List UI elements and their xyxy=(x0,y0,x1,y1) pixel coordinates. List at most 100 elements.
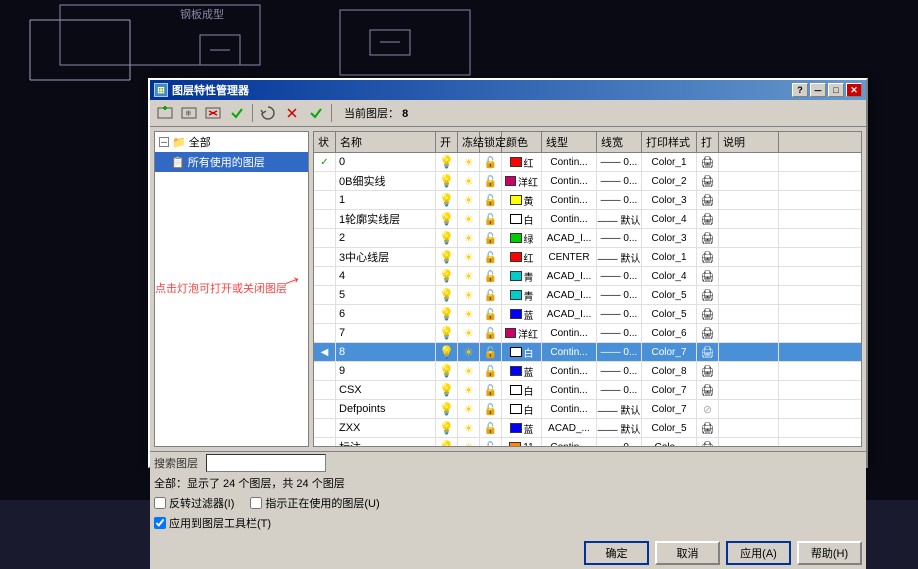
layer-row[interactable]: 1轮廓实线层 💡 ☀ 🔓 白 Contin... —— 默认 Color_4 🖨 xyxy=(314,210,861,229)
layer-row[interactable]: 7 💡 ☀ 🔓 洋红 Contin... —— 0... Color_6 🖨 xyxy=(314,324,861,343)
layer-freeze-0b[interactable]: ☀ xyxy=(458,172,480,190)
layer-linetype-9[interactable]: Contin... xyxy=(542,362,597,380)
layer-lock-6[interactable]: 🔓 xyxy=(480,305,502,323)
layer-name-csx[interactable]: CSX xyxy=(336,381,436,399)
layer-name-1[interactable]: 1 xyxy=(336,191,436,209)
layer-lock-1lk[interactable]: 🔓 xyxy=(480,210,502,228)
layer-on-7[interactable]: 💡 xyxy=(436,324,458,342)
layer-lock-0[interactable]: 🔓 xyxy=(480,153,502,171)
layer-printable-6[interactable]: 🖨 xyxy=(697,305,719,323)
layer-freeze-0[interactable]: ☀ xyxy=(458,153,480,171)
layer-freeze-csx[interactable]: ☀ xyxy=(458,381,480,399)
layer-name-0[interactable]: 0 xyxy=(336,153,436,171)
layer-on-1lk[interactable]: 💡 xyxy=(436,210,458,228)
apply-toolbar-checkbox[interactable] xyxy=(154,517,166,529)
layer-on-0b[interactable]: 💡 xyxy=(436,172,458,190)
layer-row[interactable]: CSX 💡 ☀ 🔓 白 Contin... —— 0... Color_7 🖨 xyxy=(314,381,861,400)
layer-on-bz[interactable]: 💡 xyxy=(436,438,458,446)
layer-row[interactable]: 3中心线层 💡 ☀ 🔓 红 CENTER —— 默认 Color_1 🖨 xyxy=(314,248,861,267)
layer-lock-csx[interactable]: 🔓 xyxy=(480,381,502,399)
layer-name-9[interactable]: 9 xyxy=(336,362,436,380)
layer-freeze-zxx[interactable]: ☀ xyxy=(458,419,480,437)
layer-color-1lk[interactable]: 白 xyxy=(502,210,542,228)
layer-on-zxx[interactable]: 💡 xyxy=(436,419,458,437)
layer-row[interactable]: Defpoints 💡 ☀ 🔓 白 Contin... —— 默认 Color_… xyxy=(314,400,861,419)
layer-on-9[interactable]: 💡 xyxy=(436,362,458,380)
layer-row[interactable]: 5 💡 ☀ 🔓 青 ACAD_I... —— 0... Color_5 🖨 xyxy=(314,286,861,305)
layer-on-3[interactable]: 💡 xyxy=(436,248,458,266)
layer-printable-def[interactable]: ⊘ xyxy=(697,400,719,418)
col-header-freeze[interactable]: 冻结 xyxy=(458,132,480,152)
layer-linetype-csx[interactable]: Contin... xyxy=(542,381,597,399)
layer-color-bz[interactable]: 11 xyxy=(502,438,542,446)
layer-color-6[interactable]: 蓝 xyxy=(502,305,542,323)
layer-name-8[interactable]: 8 xyxy=(336,343,436,361)
layer-linetype-1[interactable]: Contin... xyxy=(542,191,597,209)
col-header-lock[interactable]: 锁定 xyxy=(480,132,502,152)
layer-color-zxx[interactable]: 蓝 xyxy=(502,419,542,437)
layer-freeze-5[interactable]: ☀ xyxy=(458,286,480,304)
col-header-linewidth[interactable]: 线宽 xyxy=(597,132,642,152)
layer-on-6[interactable]: 💡 xyxy=(436,305,458,323)
layer-linetype-5[interactable]: ACAD_I... xyxy=(542,286,597,304)
minimize-button[interactable]: － xyxy=(810,83,826,97)
layer-printable-csx[interactable]: 🖨 xyxy=(697,381,719,399)
layer-color-2[interactable]: 绿 xyxy=(502,229,542,247)
layer-on-def[interactable]: 💡 xyxy=(436,400,458,418)
col-header-color[interactable]: 颜色 xyxy=(502,132,542,152)
layer-linetype-0[interactable]: Contin... xyxy=(542,153,597,171)
help-button[interactable]: ? xyxy=(792,83,808,97)
layer-color-def[interactable]: 白 xyxy=(502,400,542,418)
layer-printable-1[interactable]: 🖨 xyxy=(697,191,719,209)
layer-printable-8[interactable]: 🖨 xyxy=(697,343,719,361)
layer-freeze-6[interactable]: ☀ xyxy=(458,305,480,323)
apply-toolbar-label[interactable]: 应用到图层工具栏(T) xyxy=(154,515,271,531)
layer-printable-bz[interactable]: 🖨 xyxy=(697,438,719,446)
layer-color-csx[interactable]: 白 xyxy=(502,381,542,399)
layer-row[interactable]: 4 💡 ☀ 🔓 青 ACAD_I... —— 0... Color_4 🖨 xyxy=(314,267,861,286)
layer-name-bz[interactable]: 标注 xyxy=(336,438,436,446)
layer-printable-1lk[interactable]: 🖨 xyxy=(697,210,719,228)
ok-dialog-button[interactable]: 确定 xyxy=(584,541,649,565)
layer-row[interactable]: 2 💡 ☀ 🔓 绿 ACAD_I... —— 0... Color_3 🖨 xyxy=(314,229,861,248)
col-header-on[interactable]: 开 xyxy=(436,132,458,152)
layer-name-5[interactable]: 5 xyxy=(336,286,436,304)
layer-freeze-9[interactable]: ☀ xyxy=(458,362,480,380)
layer-printable-2[interactable]: 🖨 xyxy=(697,229,719,247)
show-used-checkbox[interactable] xyxy=(250,497,262,509)
layer-on-csx[interactable]: 💡 xyxy=(436,381,458,399)
layer-linetype-4[interactable]: ACAD_I... xyxy=(542,267,597,285)
layer-lock-9[interactable]: 🔓 xyxy=(480,362,502,380)
layer-lock-bz[interactable]: 🔓 xyxy=(480,438,502,446)
layer-linetype-def[interactable]: Contin... xyxy=(542,400,597,418)
invert-filter-label[interactable]: 反转过滤器(I) xyxy=(154,495,234,511)
layer-linetype-0b[interactable]: Contin... xyxy=(542,172,597,190)
layer-printable-0[interactable]: 🖨 xyxy=(697,153,719,171)
col-header-print[interactable]: 打印样式 xyxy=(642,132,697,152)
layer-freeze-3[interactable]: ☀ xyxy=(458,248,480,266)
layer-printable-3[interactable]: 🖨 xyxy=(697,248,719,266)
layer-freeze-4[interactable]: ☀ xyxy=(458,267,480,285)
layer-name-2[interactable]: 2 xyxy=(336,229,436,247)
layer-color-0b[interactable]: 洋红 xyxy=(502,172,542,190)
confirm-button[interactable] xyxy=(305,103,327,123)
delete-layer-button[interactable] xyxy=(202,103,224,123)
refresh-button[interactable] xyxy=(257,103,279,123)
layer-lock-3[interactable]: 🔓 xyxy=(480,248,502,266)
layer-row[interactable]: ✓ 0 💡 ☀ 🔓 红 Contin... —— 0... Color_1 🖨 xyxy=(314,153,861,172)
layer-on-5[interactable]: 💡 xyxy=(436,286,458,304)
layer-row[interactable]: 标注 💡 ☀ 🔓 11 Contin... —— 0... Colo... 🖨 xyxy=(314,438,861,446)
layer-linetype-8[interactable]: Contin... xyxy=(542,343,597,361)
layer-lock-1[interactable]: 🔓 xyxy=(480,191,502,209)
maximize-button[interactable]: □ xyxy=(828,83,844,97)
col-header-name[interactable]: 名称 xyxy=(336,132,436,152)
layer-name-def[interactable]: Defpoints xyxy=(336,400,436,418)
col-header-desc[interactable]: 说明 xyxy=(719,132,779,152)
layer-row[interactable]: ZXX 💡 ☀ 🔓 蓝 ACAD_... —— 默认 Color_5 🖨 xyxy=(314,419,861,438)
layer-linetype-7[interactable]: Contin... xyxy=(542,324,597,342)
tree-item-all[interactable]: － 📁 全部 xyxy=(155,132,308,152)
apply-dialog-button[interactable]: 应用(A) xyxy=(726,541,791,565)
layer-color-4[interactable]: 青 xyxy=(502,267,542,285)
layer-lock-4[interactable]: 🔓 xyxy=(480,267,502,285)
filter-input[interactable] xyxy=(206,454,326,472)
